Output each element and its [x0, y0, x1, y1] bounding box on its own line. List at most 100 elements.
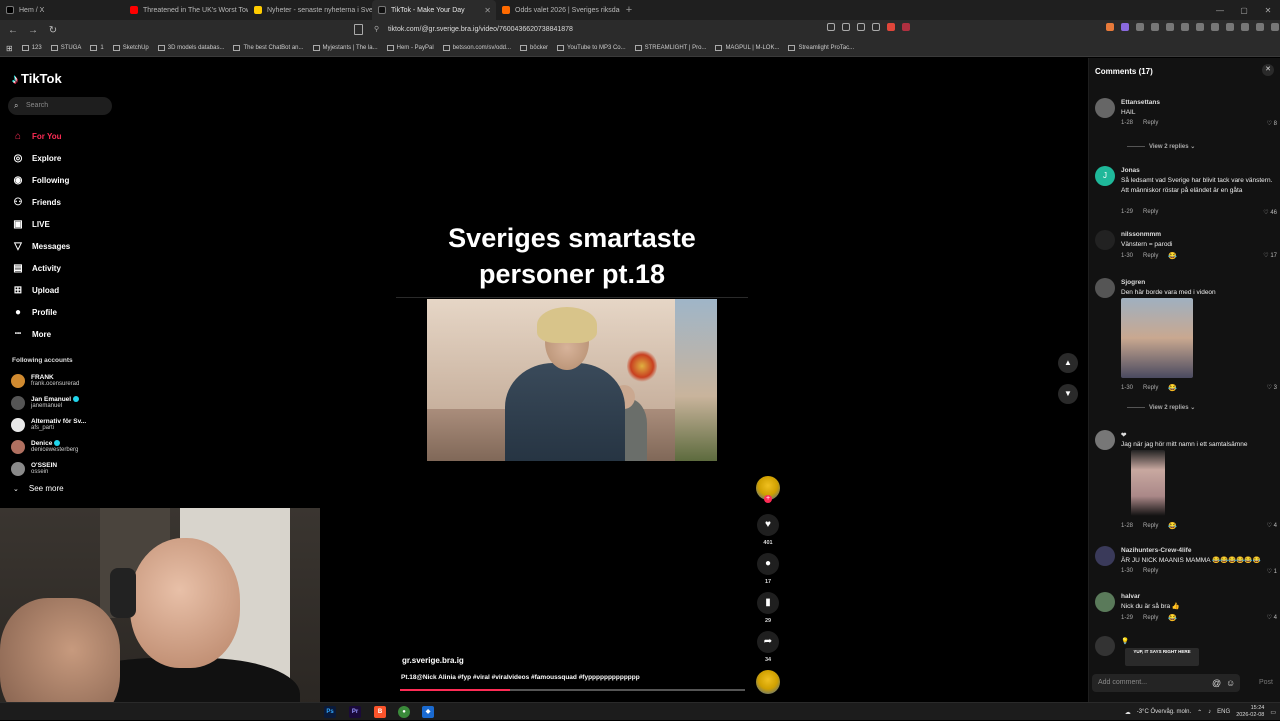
comment-like-button[interactable]: ♡ 4 [1267, 614, 1277, 621]
save-button[interactable]: ▮ 29 [756, 592, 780, 624]
maximize-icon[interactable]: ▢ [1232, 6, 1256, 15]
new-tab-button[interactable]: + [620, 4, 638, 16]
cast-icon[interactable] [827, 23, 835, 31]
extension-icon[interactable] [1136, 23, 1144, 31]
view-replies-button[interactable]: View 2 replies ⌄ [1127, 143, 1195, 150]
bookmark-item[interactable]: 3D models databas... [157, 45, 224, 51]
wallet-icon[interactable] [1241, 23, 1249, 31]
bookmark-item[interactable]: The best ChatBot an... [233, 45, 304, 51]
reply-button[interactable]: Reply [1143, 615, 1158, 621]
close-icon[interactable]: ✕ [1262, 64, 1274, 76]
bookmark-item[interactable]: böcker [520, 45, 548, 51]
following-account[interactable]: Jan Emanuel janemanuel [11, 392, 86, 414]
screenshot-icon[interactable] [842, 23, 850, 31]
comment-username[interactable]: halvar [1121, 593, 1140, 600]
rewards-icon[interactable] [902, 23, 910, 31]
music-disc-avatar[interactable] [756, 670, 780, 694]
app-icon[interactable]: ◆ [422, 706, 434, 718]
comment-like-button[interactable]: ♡ 1 [1267, 568, 1277, 575]
avatar[interactable] [1095, 592, 1115, 612]
avatar[interactable]: J [1095, 166, 1115, 186]
following-account[interactable]: FRANK frank.ocensurerad [11, 370, 86, 392]
browser-tab[interactable]: Nyheter - senaste nyheterna i Sverige [248, 0, 372, 20]
close-window-icon[interactable]: ✕ [1256, 6, 1280, 15]
url-field[interactable]: ⚲ tiktok.com/@gr.sverige.bra.ig/video/76… [372, 23, 872, 37]
tiktok-logo[interactable]: ♪ TikTok [12, 71, 62, 86]
browser-tab[interactable]: Hem / X [0, 0, 124, 20]
site-info-icon[interactable]: ⚲ [374, 23, 379, 37]
comment-username[interactable]: 💡 [1121, 637, 1129, 645]
browser-tab[interactable]: Threatened in The UK's Worst Town [124, 0, 248, 20]
bookmark-item[interactable]: STUGA [50, 45, 81, 51]
nav-item-following[interactable]: ◉ Following [12, 169, 70, 191]
comment-like-button[interactable]: ♡ 46 [1263, 209, 1277, 216]
comment-username[interactable]: ❤ [1121, 431, 1126, 439]
share-icon[interactable] [857, 23, 865, 31]
browser-tab[interactable]: Odds valet 2026 | Sveriges riksdagsval [496, 0, 620, 20]
avatar[interactable] [1095, 430, 1115, 450]
notifications-icon[interactable]: ▭ [1270, 709, 1276, 716]
view-replies-button[interactable]: View 2 replies ⌄ [1127, 404, 1195, 411]
extension-icon[interactable] [1121, 23, 1129, 31]
nav-item-activity[interactable]: ▤ Activity [12, 257, 70, 279]
nav-item-live[interactable]: ▣ LIVE [12, 213, 70, 235]
avatar[interactable] [1095, 230, 1115, 250]
following-account[interactable]: Alternativ för Sv... afs_parti [11, 414, 86, 436]
nav-item-more[interactable]: ••• More [12, 323, 70, 345]
reply-button[interactable]: Reply [1143, 523, 1158, 529]
follow-plus-icon[interactable]: + [764, 495, 772, 503]
following-account[interactable]: O'SSEIN ossein [11, 458, 86, 480]
volume-icon[interactable]: ♪ [1208, 709, 1211, 715]
next-video-button[interactable]: ▼ [1058, 384, 1078, 404]
comment-input[interactable]: Add comment... @ ☺ [1092, 674, 1240, 692]
bookmark-item[interactable]: betsson.com/sv/odd... [442, 45, 511, 51]
extension-icon[interactable] [1151, 23, 1159, 31]
avatar[interactable] [1095, 636, 1115, 656]
pip-icon[interactable] [872, 23, 880, 31]
video-progress-bar[interactable] [400, 689, 745, 691]
avatar[interactable] [1095, 278, 1115, 298]
emoji-icon[interactable]: ☺ [1226, 674, 1235, 692]
forward-icon[interactable]: → [26, 25, 40, 36]
tab-close-icon[interactable]: ✕ [484, 6, 491, 15]
bookmark-item[interactable]: 123 [21, 45, 42, 51]
creator-avatar[interactable]: + [756, 476, 780, 503]
video-player[interactable] [427, 299, 717, 461]
bookmark-item[interactable]: MAGPUL | M-LOK... [715, 45, 779, 51]
nav-item-for-you[interactable]: ⌂ For You [12, 125, 70, 147]
vpn-icon[interactable] [1256, 23, 1264, 31]
nav-item-profile[interactable]: ● Profile [12, 301, 70, 323]
comment-username[interactable]: nilssonmmm [1121, 231, 1161, 238]
reload-icon[interactable]: ↻ [46, 25, 60, 36]
bookmark-icon[interactable] [354, 24, 363, 35]
apps-icon[interactable]: ⊞ [6, 44, 13, 53]
comment-username[interactable]: Jonas [1121, 167, 1140, 174]
nav-item-friends[interactable]: ⚇ Friends [12, 191, 70, 213]
bookmark-item[interactable]: SketchUp [112, 45, 149, 51]
see-more-button[interactable]: ⌄ See more [13, 484, 64, 493]
comment-like-button[interactable]: ♡ 8 [1267, 120, 1277, 127]
language-indicator[interactable]: ENG [1217, 709, 1230, 715]
mention-icon[interactable]: @ [1212, 674, 1221, 692]
nav-item-messages[interactable]: ▽ Messages [12, 235, 70, 257]
extension-icon[interactable] [1196, 23, 1204, 31]
clock[interactable]: 15:24 2026-02-08 [1236, 705, 1264, 719]
bookmark-item[interactable]: STREAMLIGHT | Pro... [634, 45, 706, 51]
like-button[interactable]: ♥ 401 [756, 514, 780, 546]
post-button[interactable]: Post [1259, 679, 1273, 686]
brave-icon[interactable]: B [374, 706, 386, 718]
chrome-icon[interactable]: ● [398, 706, 410, 718]
menu-icon[interactable] [1271, 23, 1279, 31]
minimize-icon[interactable]: — [1208, 6, 1232, 15]
video-author[interactable]: gr.sverige.bra.ig [402, 656, 464, 665]
comment-button[interactable]: ● 17 [756, 553, 780, 585]
bookmark-item[interactable]: Streamlight ProTac... [788, 45, 854, 51]
extension-icon[interactable] [1181, 23, 1189, 31]
avatar[interactable] [1095, 546, 1115, 566]
bookmark-item[interactable]: Myjestants | The la... [312, 45, 378, 51]
media-icon[interactable] [1211, 23, 1219, 31]
reply-button[interactable]: Reply [1143, 385, 1158, 391]
puzzle-icon[interactable] [1166, 23, 1174, 31]
premiere-icon[interactable]: Pr [349, 706, 361, 718]
comment-username[interactable]: Nazihunters-Crew-4life [1121, 547, 1191, 554]
